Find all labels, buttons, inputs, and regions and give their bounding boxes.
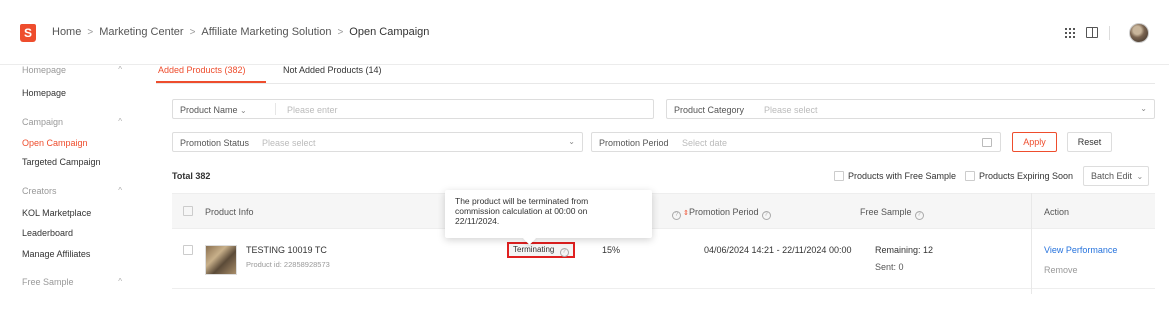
sidebar-item-targeted-campaign[interactable]: Targeted Campaign <box>22 157 101 167</box>
help-icon[interactable]: ? <box>761 211 771 220</box>
header-action: Action <box>1044 207 1070 217</box>
free-sample-checkbox[interactable]: Products with Free Sample <box>834 171 956 181</box>
status-label: Terminating <box>513 245 555 254</box>
checkbox-label: Products Expiring Soon <box>979 171 1074 181</box>
status-badge[interactable]: Terminating ? <box>507 242 575 258</box>
active-tab-indicator <box>156 81 266 83</box>
product-category-label: Product Category <box>674 105 745 115</box>
product-name-select[interactable]: Product Name ⌄ <box>180 105 247 115</box>
batch-edit-label: Batch Edit <box>1091 171 1133 181</box>
product-thumbnail[interactable] <box>205 245 237 275</box>
chevron-right-icon: > <box>337 26 344 38</box>
product-name-filter: Product Name ⌄ Please enter <box>172 99 654 119</box>
select-all-checkbox[interactable] <box>183 206 193 216</box>
row-checkbox[interactable] <box>183 245 193 255</box>
sidebar-group-creators[interactable]: Creators ^ <box>22 186 122 196</box>
promotion-period-placeholder: Select date <box>682 138 728 148</box>
chevron-up-icon: ^ <box>118 65 122 74</box>
chevron-down-icon: ⌄ <box>568 137 575 146</box>
sidebar-group-free-sample[interactable]: Free Sample ^ <box>22 277 122 287</box>
sidebar-group-label: Homepage <box>22 65 67 75</box>
main-content: Added Products (382) Not Added Products … <box>156 65 1156 318</box>
help-icon: ? <box>672 211 681 220</box>
table-row: TESTING 10019 TC Product id: 22858928573… <box>172 193 1155 289</box>
checkbox-icon <box>965 171 975 181</box>
sidebar-item-leaderboard[interactable]: Leaderboard <box>22 228 73 238</box>
apply-button[interactable]: Apply <box>1012 132 1057 152</box>
chevron-up-icon: ^ <box>118 277 122 286</box>
promotion-period-label: Promotion Period <box>599 138 669 148</box>
product-name-input[interactable]: Please enter <box>287 105 338 115</box>
chevron-up-icon: ^ <box>118 117 122 126</box>
tab-not-added-products[interactable]: Not Added Products (14) <box>283 65 382 85</box>
divider <box>275 103 276 115</box>
tab-bar-border <box>156 83 1155 84</box>
product-name[interactable]: TESTING 10019 TC <box>246 245 327 255</box>
sidebar-group-homepage[interactable]: Homepage ^ <box>22 65 122 75</box>
free-sample-sent: Sent: 0 <box>875 262 904 272</box>
shopee-logo[interactable]: S <box>20 24 36 42</box>
book-icon[interactable] <box>1086 27 1098 38</box>
sidebar-item-homepage[interactable]: Homepage <box>22 88 66 98</box>
product-category-placeholder: Please select <box>764 105 818 115</box>
column-divider <box>1031 193 1032 289</box>
chevron-right-icon: > <box>87 26 94 38</box>
chevron-right-icon: > <box>189 26 196 38</box>
tooltip-text: The product will be terminated from <box>455 196 589 206</box>
breadcrumb-affiliate-marketing[interactable]: Affiliate Marketing Solution <box>201 26 331 38</box>
reset-button[interactable]: Reset <box>1067 132 1112 152</box>
promotion-period-value: 04/06/2024 14:21 - 22/11/2024 00:00 <box>704 245 852 255</box>
sort-icon: ⇕ <box>683 210 689 217</box>
sidebar-group-label: Free Sample <box>22 277 74 287</box>
breadcrumb-home[interactable]: Home <box>52 26 81 38</box>
promotion-period-picker[interactable]: Promotion Period Select date <box>591 132 1001 152</box>
help-icon[interactable]: ? <box>559 248 569 257</box>
divider <box>1109 26 1110 40</box>
header-commission-sort[interactable]: ? ⇕ <box>669 207 689 220</box>
free-sample-remaining: Remaining: 12 <box>875 245 934 255</box>
sidebar: Homepage ^ Homepage Campaign ^ Open Camp… <box>0 65 140 318</box>
remove-button[interactable]: Remove <box>1044 265 1078 275</box>
header-promotion-period: Promotion Period? <box>689 207 771 220</box>
top-bar: S Home > Marketing Center > Affiliate Ma… <box>0 0 1169 65</box>
view-performance-link[interactable]: View Performance <box>1044 245 1117 255</box>
header-product-info: Product Info <box>205 207 254 217</box>
promotion-status-label: Promotion Status <box>180 138 250 148</box>
commission-rate: 15% <box>602 245 621 255</box>
sidebar-group-label: Campaign <box>22 117 64 127</box>
header-free-sample: Free Sample? <box>860 207 924 220</box>
help-icon[interactable]: ? <box>914 211 924 220</box>
breadcrumb-marketing-center[interactable]: Marketing Center <box>99 26 183 38</box>
sidebar-item-kol-marketplace[interactable]: KOL Marketplace <box>22 208 91 218</box>
total-count: Total 382 <box>172 171 211 181</box>
breadcrumb-current: Open Campaign <box>349 26 430 38</box>
sidebar-item-open-campaign[interactable]: Open Campaign <box>22 138 88 148</box>
avatar[interactable] <box>1129 23 1149 43</box>
chevron-up-icon: ^ <box>118 186 122 195</box>
tooltip-text: 22/11/2024. <box>455 216 500 226</box>
product-id: Product id: 22858928573 <box>246 260 330 269</box>
table-header: Product Info ? ⇕ Promotion Period? Free S… <box>172 193 1155 294</box>
chevron-down-icon: ⌄ <box>240 106 247 115</box>
checkbox-icon <box>834 171 844 181</box>
promotion-status-placeholder: Please select <box>262 138 316 148</box>
sidebar-group-campaign[interactable]: Campaign ^ <box>22 117 122 127</box>
chevron-down-icon: ⌄ <box>1140 104 1147 113</box>
promotion-status-select[interactable]: Promotion Status Please select ⌄ <box>172 132 583 152</box>
checkbox-label: Products with Free Sample <box>848 171 957 181</box>
chevron-down-icon: ⌄ <box>1136 172 1144 181</box>
sidebar-group-label: Creators <box>22 186 57 196</box>
breadcrumb: Home > Marketing Center > Affiliate Mark… <box>52 26 429 38</box>
apps-grid-icon[interactable] <box>1065 28 1075 38</box>
sidebar-item-manage-affiliates[interactable]: Manage Affiliates <box>22 249 90 259</box>
batch-edit-dropdown[interactable]: Batch Edit ⌄ <box>1083 166 1149 186</box>
calendar-icon <box>982 138 992 147</box>
tooltip-text: commission calculation at 00:00 on <box>455 206 588 216</box>
expiring-soon-checkbox[interactable]: Products Expiring Soon <box>965 171 1073 181</box>
product-category-select[interactable]: Product Category Please select ⌄ <box>666 99 1155 119</box>
status-tooltip: The product will be terminated from comm… <box>445 190 652 245</box>
